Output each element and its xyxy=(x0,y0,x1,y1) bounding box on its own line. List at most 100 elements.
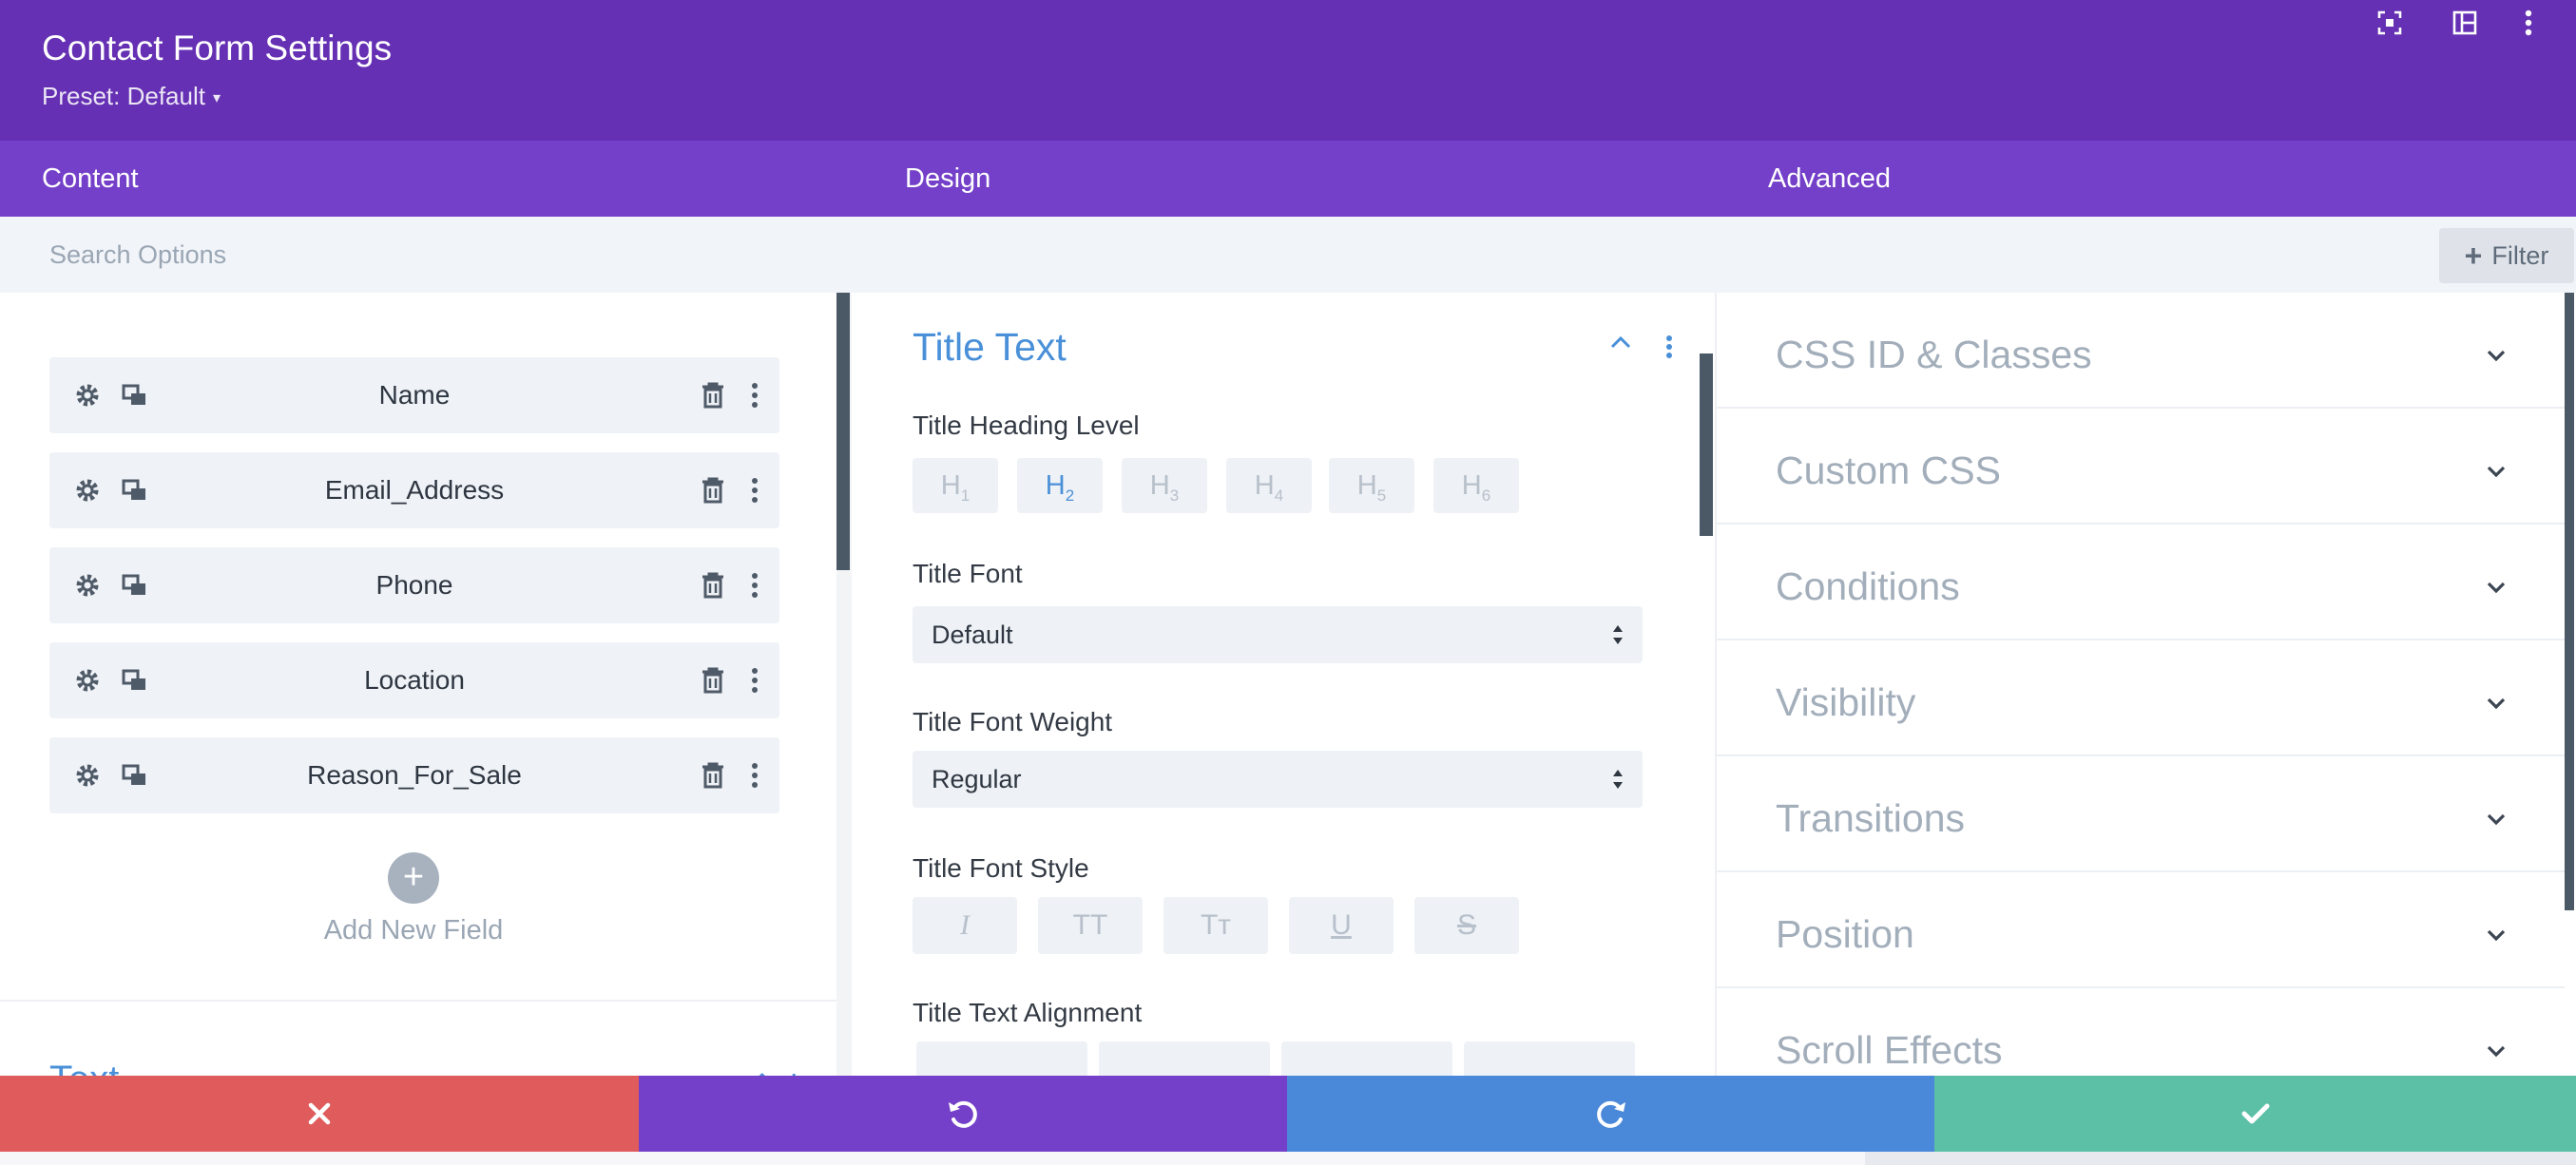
capitalize-button[interactable]: Tт xyxy=(1163,897,1268,954)
search-input[interactable] xyxy=(29,230,2405,279)
more-vertical-icon[interactable] xyxy=(2506,0,2551,46)
undo-button[interactable] xyxy=(639,1076,1287,1152)
toggle-label: Visibility xyxy=(1776,680,1916,724)
tab-bar: Content Design Advanced xyxy=(0,141,2576,217)
toggle-label: Position xyxy=(1776,912,1914,956)
field-label: Email_Address xyxy=(324,475,505,505)
align-justify-button[interactable] xyxy=(1464,1041,1635,1076)
action-bar xyxy=(0,1076,2576,1152)
trash-icon[interactable] xyxy=(698,665,728,696)
field-label: Phone xyxy=(375,570,453,600)
chevron-down-icon xyxy=(2487,350,2506,362)
redo-icon xyxy=(1596,1100,1625,1128)
content-scrollbar[interactable] xyxy=(836,293,850,570)
strikethrough-button[interactable]: S xyxy=(1414,897,1519,954)
add-field-button[interactable]: + xyxy=(388,852,439,904)
focus-icon[interactable] xyxy=(2367,0,2413,46)
heading-level-label: Title Heading Level xyxy=(913,411,1140,440)
field-row-name[interactable]: Name xyxy=(49,357,779,433)
title-weight-select[interactable]: Regular xyxy=(913,751,1643,808)
custom-css-toggle[interactable]: Custom CSS xyxy=(1717,409,2565,525)
text-section-toggle-icon[interactable]: ⌃ ⋮ xyxy=(751,1068,807,1076)
title-text-section-header[interactable]: Title Text xyxy=(913,325,1067,370)
heading-h3-button[interactable]: H3 xyxy=(1122,458,1207,513)
heading-h4-button[interactable]: H4 xyxy=(1226,458,1312,513)
conditions-toggle[interactable]: Conditions xyxy=(1717,525,2565,640)
add-field-label[interactable]: Add New Field xyxy=(0,915,827,946)
duplicate-icon[interactable] xyxy=(120,665,150,696)
more-vertical-icon[interactable] xyxy=(740,380,770,411)
more-vertical-icon[interactable] xyxy=(740,760,770,791)
duplicate-icon[interactable] xyxy=(120,760,150,791)
preset-dropdown[interactable]: Preset: Default ▾ xyxy=(42,82,221,111)
more-vertical-icon[interactable] xyxy=(740,475,770,506)
underline-button[interactable]: U xyxy=(1289,897,1394,954)
select-arrows-icon xyxy=(1613,625,1623,644)
search-bar: + Filter xyxy=(0,217,2576,293)
chevron-down-icon xyxy=(2487,929,2506,942)
duplicate-icon[interactable] xyxy=(120,380,150,411)
toggle-label: CSS ID & Classes xyxy=(1776,333,2092,376)
field-row-location[interactable]: Location xyxy=(49,642,779,718)
chevron-down-icon xyxy=(2487,466,2506,478)
align-left-button[interactable] xyxy=(916,1041,1087,1076)
split-view-icon[interactable] xyxy=(2442,0,2488,46)
chevron-down-icon xyxy=(2487,582,2506,594)
gear-icon[interactable] xyxy=(72,475,103,506)
css-id-classes-toggle[interactable]: CSS ID & Classes xyxy=(1717,293,2565,409)
heading-h1-button[interactable]: H1 xyxy=(913,458,998,513)
background-panel xyxy=(1865,1152,2576,1165)
text-section-header[interactable]: Text xyxy=(49,1059,119,1076)
heading-h5-button[interactable]: H5 xyxy=(1329,458,1414,513)
trash-icon[interactable] xyxy=(698,760,728,791)
heading-h2-button[interactable]: H2 xyxy=(1017,458,1103,513)
position-toggle[interactable]: Position xyxy=(1717,872,2565,988)
transitions-toggle[interactable]: Transitions xyxy=(1717,756,2565,872)
cancel-button[interactable] xyxy=(0,1076,639,1152)
more-vertical-icon[interactable] xyxy=(740,570,770,601)
design-scrollbar[interactable] xyxy=(1700,353,1713,536)
toggle-label: Custom CSS xyxy=(1776,449,2001,492)
duplicate-icon[interactable] xyxy=(120,475,150,506)
trash-icon[interactable] xyxy=(698,475,728,506)
filter-button[interactable]: + Filter xyxy=(2439,228,2574,283)
tab-advanced[interactable]: Advanced xyxy=(1768,141,1891,217)
toggle-label: Scroll Effects xyxy=(1776,1028,2003,1072)
divider xyxy=(0,1000,836,1002)
gear-icon[interactable] xyxy=(72,760,103,791)
gear-icon[interactable] xyxy=(72,570,103,601)
redo-button[interactable] xyxy=(1287,1076,1934,1152)
visibility-toggle[interactable]: Visibility xyxy=(1717,640,2565,756)
field-label: Name xyxy=(378,380,451,410)
collapse-icon[interactable] xyxy=(1610,334,1631,354)
gear-icon[interactable] xyxy=(72,380,103,411)
tab-design[interactable]: Design xyxy=(905,141,990,217)
modal-header: Contact Form Settings Preset: Default ▾ xyxy=(0,0,2576,141)
field-row-reason[interactable]: Reason_For_Sale xyxy=(49,737,779,813)
align-right-button[interactable] xyxy=(1281,1041,1452,1076)
trash-icon[interactable] xyxy=(698,570,728,601)
title-font-select[interactable]: Default xyxy=(913,606,1643,663)
more-vertical-icon[interactable] xyxy=(740,665,770,696)
trash-icon[interactable] xyxy=(698,380,728,411)
check-icon xyxy=(2241,1103,2269,1124)
filter-label: Filter xyxy=(2491,240,2549,270)
uppercase-button[interactable]: TT xyxy=(1038,897,1143,954)
field-row-email[interactable]: Email_Address xyxy=(49,452,779,528)
title-weight-value: Regular xyxy=(932,765,1022,793)
align-center-button[interactable] xyxy=(1099,1041,1270,1076)
heading-h6-button[interactable]: H6 xyxy=(1433,458,1519,513)
scroll-effects-toggle[interactable]: Scroll Effects xyxy=(1717,988,2565,1076)
advanced-scrollbar[interactable] xyxy=(2565,293,2574,910)
chevron-down-icon xyxy=(2487,813,2506,826)
title-style-label: Title Font Style xyxy=(913,853,1089,883)
undo-icon xyxy=(949,1100,977,1128)
tab-content[interactable]: Content xyxy=(42,141,139,217)
section-more-icon[interactable] xyxy=(1665,334,1673,364)
field-row-phone[interactable]: Phone xyxy=(49,547,779,623)
gear-icon[interactable] xyxy=(72,665,103,696)
italic-button[interactable]: I xyxy=(913,897,1017,954)
toggle-label: Transitions xyxy=(1776,796,1965,840)
duplicate-icon[interactable] xyxy=(120,570,150,601)
save-button[interactable] xyxy=(1934,1076,2576,1152)
